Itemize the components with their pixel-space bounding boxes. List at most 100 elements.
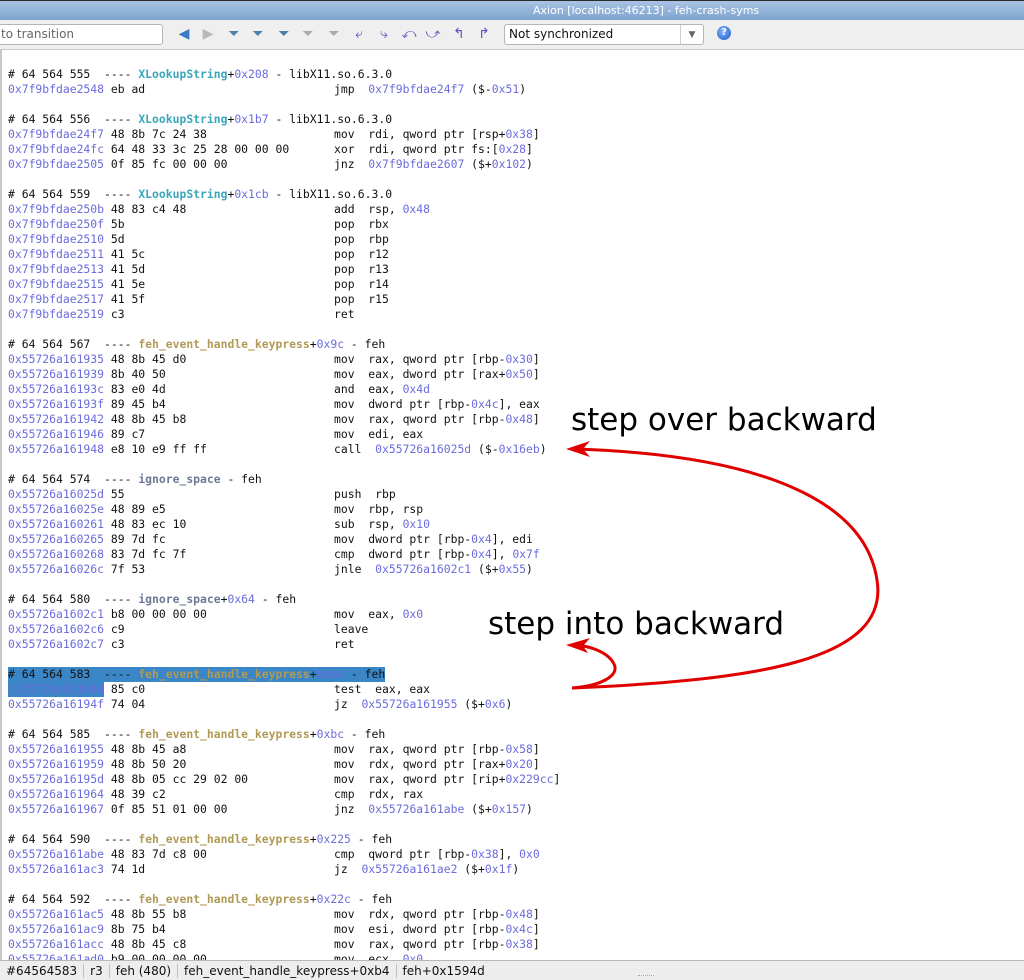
instruction-row[interactable]: 0x55726a16025e 48 89 e5 mov rbp, rsp	[8, 502, 423, 517]
instruction-address[interactable]: 0x55726a161967	[8, 802, 104, 816]
instruction-row[interactable]: 0x7f9bfdae24f7 48 8b 7c 24 38 mov rdi, qw…	[8, 127, 540, 142]
instruction-row[interactable]: 0x7f9bfdae250b 48 83 c4 48 add rsp, 0x48	[8, 202, 430, 217]
block-header[interactable]: # 64 564 559 ---- XLookupString+0x1cb - …	[8, 187, 392, 202]
operand-number[interactable]: 0x1f	[485, 862, 512, 876]
instruction-address[interactable]: 0x55726a161abe	[8, 847, 104, 861]
operand-number[interactable]: 0x55726a161ae2	[361, 862, 457, 876]
function-name[interactable]: feh_event_handle_keypress	[138, 667, 309, 681]
operand-number[interactable]: 0x58	[505, 742, 532, 756]
instruction-row[interactable]: 0x55726a160261 48 83 ec 10 sub rsp, 0x10	[8, 517, 430, 532]
block-header[interactable]: # 64 564 585 ---- feh_event_handle_keypr…	[8, 727, 392, 742]
instruction-address[interactable]: 0x55726a161ac3	[8, 862, 104, 876]
instruction-address[interactable]: 0x7f9bfdae2511	[8, 247, 104, 261]
instruction-row[interactable]: 0x55726a16194d 85 c0 test eax, eax	[8, 682, 430, 697]
instruction-address[interactable]: 0x55726a1602c7	[8, 637, 104, 651]
instruction-row[interactable]: 0x7f9bfdae2548 eb ad jmp 0x7f9bfdae24f7 (…	[8, 82, 526, 97]
function-name[interactable]: ignore_space	[138, 472, 220, 486]
chevron-down-icon[interactable]: ▼	[680, 25, 703, 44]
instruction-row[interactable]: 0x55726a16194f 74 04 jz 0x55726a161955 ($…	[8, 697, 512, 712]
instruction-address[interactable]: 0x55726a16195d	[8, 772, 104, 786]
function-name[interactable]: XLookupString	[138, 67, 227, 81]
operand-number[interactable]: 0x51	[492, 82, 519, 96]
operand-number[interactable]: 0x102	[492, 157, 526, 171]
search-input[interactable]: to transition	[0, 24, 163, 45]
operand-number[interactable]: 0x7f9bfdae2607	[368, 157, 464, 171]
step-into-back-icon[interactable]: ⤶	[351, 26, 367, 42]
instruction-address[interactable]: 0x55726a160261	[8, 517, 104, 531]
instruction-address[interactable]: 0x7f9bfdae2548	[8, 82, 104, 96]
instruction-row[interactable]: 0x55726a161ac3 74 1d jz 0x55726a161ae2 ($…	[8, 862, 519, 877]
instruction-row[interactable]: 0x55726a161955 48 8b 45 a8 mov rax, qword…	[8, 742, 540, 757]
operand-number[interactable]: 0x0	[519, 847, 540, 861]
function-name[interactable]: feh_event_handle_keypress	[138, 727, 309, 741]
instruction-address[interactable]: 0x55726a161942	[8, 412, 104, 426]
operand-number[interactable]: 0x38	[471, 847, 498, 861]
instruction-address[interactable]: 0x55726a16193f	[8, 397, 104, 411]
operand-number[interactable]: 0x20	[505, 757, 532, 771]
operand-number[interactable]: 0x55726a161955	[361, 697, 457, 711]
operand-number[interactable]: 0x16eb	[499, 442, 540, 456]
operand-number[interactable]: 0x10	[403, 517, 430, 531]
operand-number[interactable]: 0x30	[505, 352, 532, 366]
instruction-row[interactable]: 0x55726a161935 48 8b 45 d0 mov rax, qword…	[8, 352, 540, 367]
instruction-address[interactable]: 0x7f9bfdae2513	[8, 262, 104, 276]
instruction-address[interactable]: 0x7f9bfdae250b	[8, 202, 104, 216]
instruction-address[interactable]: 0x55726a16194d	[8, 682, 105, 697]
block-header[interactable]: # 64 564 590 ---- feh_event_handle_keypr…	[8, 832, 392, 847]
instruction-row[interactable]: 0x7f9bfdae2515 41 5e pop r14	[8, 277, 392, 292]
instruction-row[interactable]: 0x55726a161948 e8 10 e9 ff ff call 0x5572…	[8, 442, 547, 457]
instruction-address[interactable]: 0x7f9bfdae24fc	[8, 142, 104, 156]
instruction-address[interactable]: 0x7f9bfdae2510	[8, 232, 104, 246]
instruction-address[interactable]: 0x55726a16025e	[8, 502, 104, 516]
instruction-row[interactable]: 0x7f9bfdae2513 41 5d pop r13	[8, 262, 392, 277]
instruction-row[interactable]: 0x55726a16195d 48 8b 05 cc 29 02 00 mov r…	[8, 772, 560, 787]
function-name[interactable]: XLookupString	[138, 112, 227, 126]
operand-number[interactable]: 0x157	[492, 802, 526, 816]
instruction-address[interactable]: 0x55726a161ad0	[8, 952, 104, 960]
instruction-row[interactable]: 0x55726a161acc 48 8b 45 c8 mov rax, qword…	[8, 937, 540, 952]
operand-number[interactable]: 0x48	[403, 202, 430, 216]
instruction-address[interactable]: 0x55726a160265	[8, 532, 104, 546]
function-name[interactable]: feh_event_handle_keypress	[138, 832, 309, 846]
block-header[interactable]: # 64 564 555 ---- XLookupString+0x208 - …	[8, 67, 392, 82]
instruction-row[interactable]: 0x7f9bfdae24fc 64 48 33 3c 25 28 00 00 0…	[8, 142, 533, 157]
operand-number[interactable]: 0x38	[505, 127, 532, 141]
instruction-row[interactable]: 0x55726a161946 89 c7 mov edi, eax	[8, 427, 423, 442]
operand-number[interactable]: 0x4c	[505, 922, 532, 936]
block-header[interactable]: # 64 564 583 ---- feh_event_handle_keypr…	[8, 667, 392, 682]
instruction-row[interactable]: 0x55726a160268 83 7d fc 7f cmp dword ptr …	[8, 547, 540, 562]
operand-number[interactable]: 0x50	[505, 367, 532, 381]
instruction-address[interactable]: 0x55726a161935	[8, 352, 104, 366]
instruction-row[interactable]: 0x55726a161ac5 48 8b 55 b8 mov rdx, qword…	[8, 907, 540, 922]
instruction-row[interactable]: 0x55726a160265 89 7d fc mov dword ptr [rb…	[8, 532, 533, 547]
instruction-address[interactable]: 0x55726a161959	[8, 757, 104, 771]
block-header[interactable]: # 64 564 580 ---- ignore_space+0x64 - fe…	[8, 592, 392, 607]
block-header[interactable]: # 64 564 556 ---- XLookupString+0x1b7 - …	[8, 112, 392, 127]
operand-number[interactable]: 0x55	[499, 562, 526, 576]
instruction-address[interactable]: 0x55726a1602c6	[8, 622, 104, 636]
instruction-row[interactable]: 0x55726a161967 0f 85 51 01 00 00 jnz 0x55…	[8, 802, 533, 817]
operand-number[interactable]: 0x55726a16025d	[375, 442, 471, 456]
instruction-address[interactable]: 0x55726a161955	[8, 742, 104, 756]
instruction-address[interactable]: 0x55726a16194f	[8, 697, 104, 711]
operand-number[interactable]: 0x4d	[403, 382, 430, 396]
instruction-address[interactable]: 0x7f9bfdae2515	[8, 277, 104, 291]
resize-grip[interactable]	[638, 975, 654, 979]
instruction-row[interactable]: 0x55726a16026c 7f 53 jnle 0x55726a1602c1 …	[8, 562, 533, 577]
instruction-address[interactable]: 0x7f9bfdae2519	[8, 307, 104, 321]
instruction-row[interactable]: 0x55726a161964 48 39 c2 cmp rdx, rax	[8, 787, 423, 802]
instruction-row[interactable]: 0x55726a161939 8b 40 50 mov eax, dword pt…	[8, 367, 540, 382]
instruction-address[interactable]: 0x55726a161948	[8, 442, 104, 456]
instruction-address[interactable]: 0x7f9bfdae2517	[8, 292, 104, 306]
step-into-forward-icon[interactable]: ⤷	[376, 26, 392, 42]
instruction-row[interactable]: 0x55726a1602c1 b8 00 00 00 00 mov eax, 0x…	[8, 607, 423, 622]
instruction-row[interactable]: 0x55726a161abe 48 83 7d c8 00 cmp qword p…	[8, 847, 540, 862]
filter-fast-forward-icon[interactable]: ⏷	[326, 26, 342, 42]
step-over-back-icon[interactable]: ⤺	[401, 26, 417, 42]
operand-number[interactable]: 0x28	[499, 142, 526, 156]
instruction-address[interactable]: 0x55726a16025d	[8, 487, 104, 501]
instruction-address[interactable]: 0x55726a161acc	[8, 937, 104, 951]
instruction-row[interactable]: 0x55726a161ac9 8b 75 b4 mov esi, dword pt…	[8, 922, 540, 937]
operand-number[interactable]: 0x0	[403, 607, 424, 621]
instruction-row[interactable]: 0x55726a1602c7 c3 ret	[8, 637, 392, 652]
